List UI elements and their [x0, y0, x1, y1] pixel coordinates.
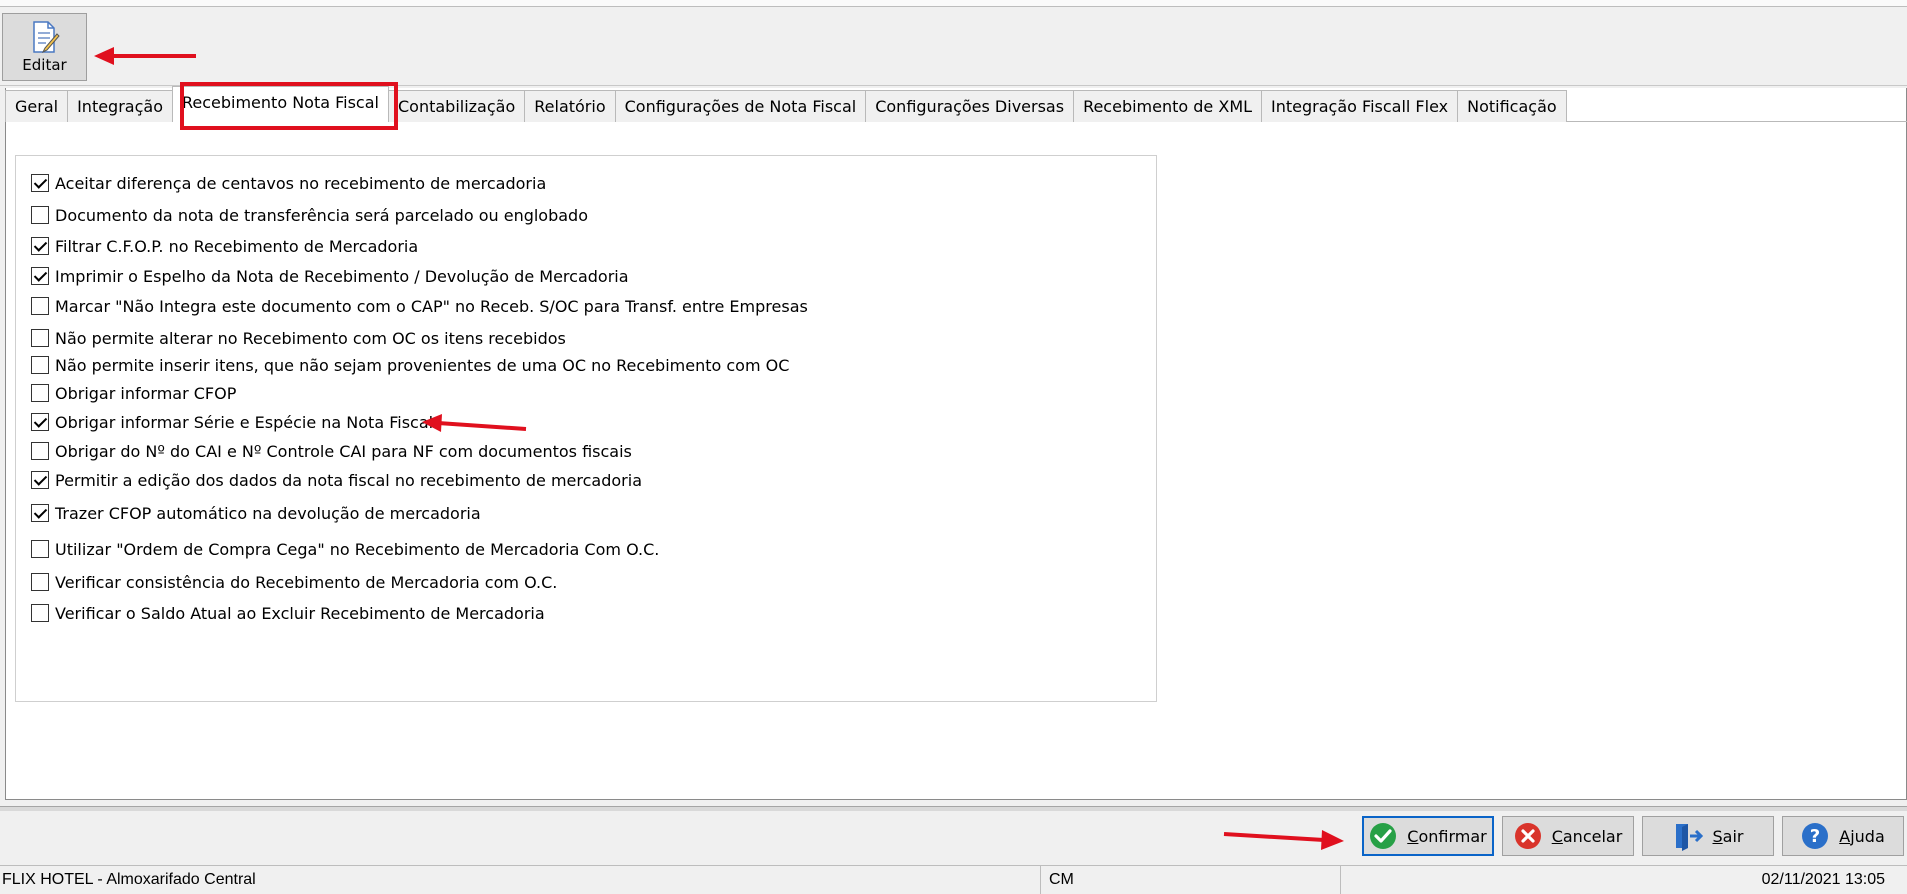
annotation-arrow-confirm: [1223, 830, 1344, 850]
title-strip: [0, 0, 1907, 7]
option-verificar-saldo[interactable]: Verificar o Saldo Atual ao Excluir Receb…: [31, 602, 545, 624]
tab-integracao[interactable]: Integração: [67, 90, 173, 122]
option-label: Aceitar diferença de centavos no recebim…: [55, 173, 547, 193]
option-trazer-cfop-automatico[interactable]: Trazer CFOP automático na devolução de m…: [31, 502, 481, 524]
tab-configuracoes-diversas[interactable]: Configurações Diversas: [865, 90, 1075, 122]
confirm-button[interactable]: Confirmar: [1362, 816, 1494, 856]
edit-document-icon: [32, 21, 60, 54]
status-divider: [1340, 866, 1341, 894]
checkbox[interactable]: [31, 471, 49, 489]
option-documento-transferencia-parcelado[interactable]: Documento da nota de transferência será …: [31, 204, 588, 226]
status-divider: [1040, 866, 1041, 894]
toolbar: Editar: [0, 7, 1907, 86]
option-label: Não permite inserir itens, que não sejam…: [55, 355, 790, 375]
option-label: Filtrar C.F.O.P. no Recebimento de Merca…: [55, 236, 419, 256]
help-button[interactable]: ? Ajuda: [1782, 816, 1904, 856]
option-label: Verificar o Saldo Atual ao Excluir Receb…: [55, 603, 545, 623]
checkbox[interactable]: [31, 384, 49, 402]
checkbox[interactable]: [31, 604, 49, 622]
option-permitir-edicao[interactable]: Permitir a edição dos dados da nota fisc…: [31, 469, 642, 491]
checkbox[interactable]: [31, 504, 49, 522]
checkbox[interactable]: [31, 573, 49, 591]
option-obrigar-cai[interactable]: Obrigar do Nº do CAI e Nº Controle CAI p…: [31, 440, 632, 462]
checkbox[interactable]: [31, 329, 49, 347]
option-nao-permite-inserir-itens[interactable]: Não permite inserir itens, que não sejam…: [31, 354, 789, 376]
checkbox[interactable]: [31, 540, 49, 558]
tab-contabilizacao[interactable]: Contabilização: [387, 90, 526, 122]
checkbox[interactable]: [31, 267, 49, 285]
edit-button-label: Editar: [22, 56, 67, 74]
question-circle-icon: ?: [1801, 822, 1829, 850]
option-label: Verificar consistência do Recebimento de…: [55, 572, 558, 592]
option-obrigar-serie-especie[interactable]: Obrigar informar Série e Espécie na Nota…: [31, 411, 433, 433]
tab-strip: Geral Integração Recebimento Nota Fiscal…: [5, 86, 1567, 122]
option-label: Obrigar informar Série e Espécie na Nota…: [55, 412, 434, 432]
checkbox[interactable]: [31, 356, 49, 374]
svg-text:?: ?: [1810, 826, 1820, 847]
tab-notificacao[interactable]: Notificação: [1457, 90, 1567, 122]
option-label: Obrigar do Nº do CAI e Nº Controle CAI p…: [55, 441, 632, 461]
option-imprimir-espelho[interactable]: Imprimir o Espelho da Nota de Recebiment…: [31, 265, 629, 287]
edit-button[interactable]: Editar: [2, 13, 87, 81]
checkbox[interactable]: [31, 297, 49, 315]
tab-geral[interactable]: Geral: [5, 90, 69, 122]
option-aceitar-diferenca-centavos[interactable]: Aceitar diferença de centavos no recebim…: [31, 172, 546, 194]
tab-recebimento-nota-fiscal[interactable]: Recebimento Nota Fiscal: [171, 86, 389, 122]
option-label: Utilizar "Ordem de Compra Cega" no Receb…: [55, 539, 660, 559]
tab-recebimento-xml[interactable]: Recebimento de XML: [1073, 90, 1263, 122]
option-label: Marcar "Não Integra este documento com o…: [55, 296, 808, 316]
option-label: Imprimir o Espelho da Nota de Recebiment…: [55, 266, 629, 286]
option-label: Permitir a edição dos dados da nota fisc…: [55, 470, 642, 490]
status-bar: FLIX HOTEL - Almoxarifado Central CM 02/…: [0, 865, 1907, 894]
tab-configuracoes-nota-fiscal[interactable]: Configurações de Nota Fiscal: [614, 90, 867, 122]
option-label: Trazer CFOP automático na devolução de m…: [55, 503, 481, 523]
confirm-label: Confirmar: [1407, 826, 1487, 846]
cancel-button[interactable]: Cancelar: [1502, 816, 1634, 856]
option-label: Não permite alterar no Recebimento com O…: [55, 328, 566, 348]
status-datetime: 02/11/2021 13:05: [1761, 871, 1885, 888]
tab-relatorio[interactable]: Relatório: [524, 90, 616, 122]
checkbox[interactable]: [31, 237, 49, 255]
option-marcar-nao-integra-cap[interactable]: Marcar "Não Integra este documento com o…: [31, 295, 808, 317]
help-label: Ajuda: [1839, 826, 1885, 846]
exit-label: Sair: [1712, 826, 1744, 846]
option-nao-permite-alterar-oc[interactable]: Não permite alterar no Recebimento com O…: [31, 327, 566, 349]
option-label: Obrigar informar CFOP: [55, 383, 237, 403]
option-verificar-consistencia[interactable]: Verificar consistência do Recebimento de…: [31, 571, 557, 593]
option-filtrar-cfop[interactable]: Filtrar C.F.O.P. no Recebimento de Merca…: [31, 235, 418, 257]
checkbox[interactable]: [31, 206, 49, 224]
option-ordem-compra-cega[interactable]: Utilizar "Ordem de Compra Cega" no Receb…: [31, 538, 659, 560]
status-company: FLIX HOTEL - Almoxarifado Central: [2, 871, 256, 888]
x-circle-icon: [1514, 822, 1542, 850]
exit-door-icon: [1673, 821, 1703, 851]
option-obrigar-cfop[interactable]: Obrigar informar CFOP: [31, 382, 236, 404]
checkbox[interactable]: [31, 442, 49, 460]
tab-integracao-fiscall-flex[interactable]: Integração Fiscall Flex: [1261, 90, 1459, 122]
cancel-label: Cancelar: [1551, 826, 1623, 846]
status-code: CM: [1049, 871, 1074, 888]
option-label: Documento da nota de transferência será …: [55, 205, 588, 225]
checkbox[interactable]: [31, 413, 49, 431]
check-circle-icon: [1369, 822, 1397, 850]
bottom-separator: [0, 806, 1907, 811]
exit-button[interactable]: Sair: [1642, 816, 1774, 856]
checkbox[interactable]: [31, 174, 49, 192]
